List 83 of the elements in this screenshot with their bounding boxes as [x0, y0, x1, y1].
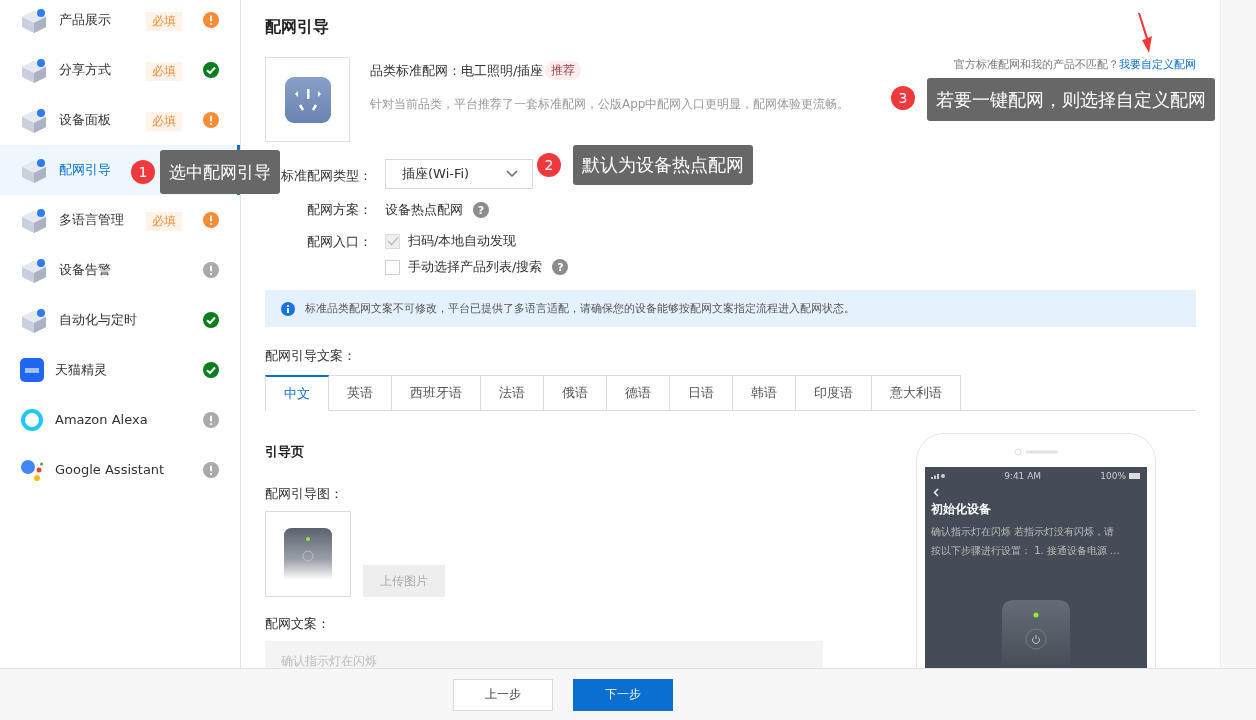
info-icon [281, 301, 295, 316]
device-icon [20, 157, 48, 183]
ring-icon [20, 408, 44, 432]
language-tab[interactable]: 法语 [481, 375, 544, 411]
language-tab[interactable]: 日语 [670, 375, 733, 411]
category-description: 针对当前品类，平台推荐了一套标准配网，公版App中配网入口更明显，配网体验更流畅。 [370, 96, 850, 113]
sidebar-label: 分享方式 [59, 61, 111, 79]
next-button[interactable]: 下一步 [573, 678, 673, 711]
sidebar-item[interactable]: 分享方式 必填 [0, 45, 240, 95]
notice-text: 标准品类配网文案不可修改，平台已提供了多语言适配，请确保您的设备能够按配网文案指定流程进入配网状态。 [305, 301, 855, 316]
required-tag: 必填 [146, 111, 182, 131]
checkbox-label: 手动选择产品列表/搜索 [408, 258, 543, 276]
sidebar-label: 配网引导 [59, 161, 111, 179]
category-label: 品类标准配网：电工照明/插座 [370, 61, 544, 80]
sidebar-label: 多语言管理 [59, 211, 124, 229]
app-icon [20, 358, 44, 382]
required-tag: 必填 [146, 11, 182, 31]
language-tab[interactable]: 俄语 [544, 375, 607, 411]
language-tab[interactable]: 中文 [265, 375, 329, 411]
language-tab[interactable]: 德语 [607, 375, 670, 411]
language-tab[interactable]: 意大利语 [872, 375, 961, 411]
back-icon[interactable] [933, 488, 939, 497]
sidebar-item[interactable]: 设备面板 必填 [0, 95, 240, 145]
status-time: 9:41 AM [1003, 471, 1043, 481]
language-tab[interactable]: 英语 [329, 375, 392, 411]
scheme-value: 设备热点配网 [385, 201, 463, 219]
battery-icon [1129, 473, 1141, 479]
sidebar-label: 设备面板 [59, 111, 111, 129]
field-label: 配网文案： [265, 615, 331, 633]
section-label: 配网引导文案： [265, 347, 357, 365]
sidebar-label: Google Assistant [55, 461, 165, 479]
sidebar-label: Amazon Alexa [55, 411, 148, 429]
device-icon [20, 7, 48, 33]
language-tab[interactable]: 印度语 [796, 375, 872, 411]
checkbox[interactable] [385, 259, 400, 275]
required-tag: 必填 [146, 211, 182, 231]
device-icon [20, 257, 48, 283]
language-tab[interactable]: 韩语 [733, 375, 796, 411]
device-icon [20, 57, 48, 83]
recommend-tag: 推荐 [545, 61, 582, 80]
custom-link[interactable]: 我要自定义配网 [1119, 58, 1196, 71]
form-label: 配网方案： [306, 201, 372, 219]
device-icon [20, 107, 48, 133]
socket-icon [284, 76, 331, 123]
sidebar-label: 设备告警 [59, 261, 111, 279]
sidebar-item[interactable]: 设备告警 [0, 245, 240, 295]
sidebar-item[interactable]: 自动化与定时 [0, 295, 240, 345]
screen-text: 按以下步骤进行设置： 1. 接通设备电源 ... [931, 544, 1120, 558]
annotation-arrow [1137, 13, 1153, 53]
device-drawing [284, 528, 332, 580]
battery-level: 100% [1100, 471, 1126, 481]
type-select[interactable]: 插座(Wi-Fi) [385, 159, 533, 189]
screen-text: 确认指示灯在闪烁 若指示灯没有闪烁，请 [931, 525, 1115, 539]
sidebar-label: 产品展示 [59, 11, 111, 29]
custom-prompt: 官方标准配网和我的产品不匹配？ [954, 58, 1119, 71]
language-tab[interactable]: 西班牙语 [392, 375, 481, 411]
field-label: 配网引导图： [265, 485, 344, 503]
annotation-tooltip: 选中配网引导 [160, 150, 280, 194]
annotation-tooltip: 默认为设备热点配网 [573, 145, 753, 185]
sidebar-label: 天猫精灵 [55, 361, 107, 379]
form-label: 标准配网类型： [280, 167, 372, 185]
speaker-icon [1014, 448, 1058, 456]
checkbox-label: 扫码/本地自动发现 [408, 232, 517, 250]
sidebar-item[interactable]: 产品展示 必填 [0, 0, 240, 45]
sidebar-item[interactable]: Google Assistant [0, 445, 240, 495]
chevron-down-icon [506, 170, 518, 178]
sidebar-item[interactable]: 天猫精灵 [0, 345, 240, 395]
sidebar-label: 自动化与定时 [59, 311, 137, 329]
annotation-tooltip: 若要一键配网，则选择自定义配网 [927, 78, 1215, 121]
required-tag: 必填 [146, 61, 182, 81]
screen-title: 初始化设备 [931, 501, 991, 518]
device-icon [20, 307, 48, 333]
device-icon [20, 207, 48, 233]
back-button[interactable]: 上一步 [453, 678, 553, 711]
step-badge: 3 [891, 86, 915, 110]
signal-icon [931, 473, 945, 479]
sidebar-item[interactable]: 多语言管理 必填 [0, 195, 240, 245]
step-badge: 2 [537, 153, 561, 177]
section-title: 引导页 [265, 443, 305, 461]
sidebar-item[interactable]: Amazon Alexa [0, 395, 240, 445]
dots-icon [20, 458, 44, 482]
page-title: 配网引导 [265, 17, 329, 38]
form-label: 配网入口： [306, 233, 372, 251]
